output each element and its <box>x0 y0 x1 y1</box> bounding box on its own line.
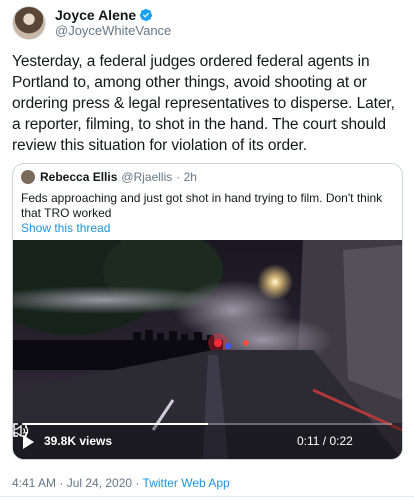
video-views: 39.8K views <box>44 434 113 448</box>
display-name[interactable]: Joyce Alene <box>55 7 136 23</box>
video-player[interactable]: 39.8K views 0:11 / 0:22 <box>13 240 402 459</box>
avatar[interactable] <box>12 6 46 40</box>
tweet-source-link[interactable]: Twitter Web App <box>143 476 230 490</box>
video-progress-bar[interactable] <box>23 423 392 425</box>
video-time: 0:11 / 0:22 <box>297 434 353 448</box>
quoted-age: · 2h <box>176 170 197 184</box>
quoted-tweet-text: Feds approaching and just got shot in ha… <box>21 191 383 220</box>
video-progress-fill <box>23 423 208 425</box>
tweet-text: Yesterday, a federal judges ordered fede… <box>12 53 395 154</box>
quoted-tweet-header: Rebecca Ellis @Rjaellis · 2h <box>21 170 197 184</box>
quoted-handle: @Rjaellis <box>121 170 173 184</box>
quoted-avatar <box>21 170 35 184</box>
tweet-meta: 4:41 AM · Jul 24, 2020 · Twitter Web App <box>12 476 230 490</box>
author-handle[interactable]: @JoyceWhiteVance <box>55 23 171 39</box>
tweet-timestamp[interactable]: 4:41 AM · Jul 24, 2020 · <box>12 476 143 490</box>
video-controls: 39.8K views 0:11 / 0:22 <box>13 423 402 459</box>
fullscreen-icon[interactable] <box>13 423 27 437</box>
quoted-tweet[interactable]: Rebecca Ellis @Rjaellis · 2h Feds approa… <box>12 163 403 460</box>
divider <box>0 496 414 497</box>
tweet-header: Joyce Alene @JoyceWhiteVance <box>12 6 171 40</box>
display-name-row: Joyce Alene <box>55 7 171 23</box>
author-names: Joyce Alene @JoyceWhiteVance <box>55 7 171 39</box>
quoted-display-name: Rebecca Ellis <box>40 170 118 184</box>
verified-badge-icon <box>140 8 153 22</box>
show-thread-link[interactable]: Show this thread <box>21 221 110 235</box>
